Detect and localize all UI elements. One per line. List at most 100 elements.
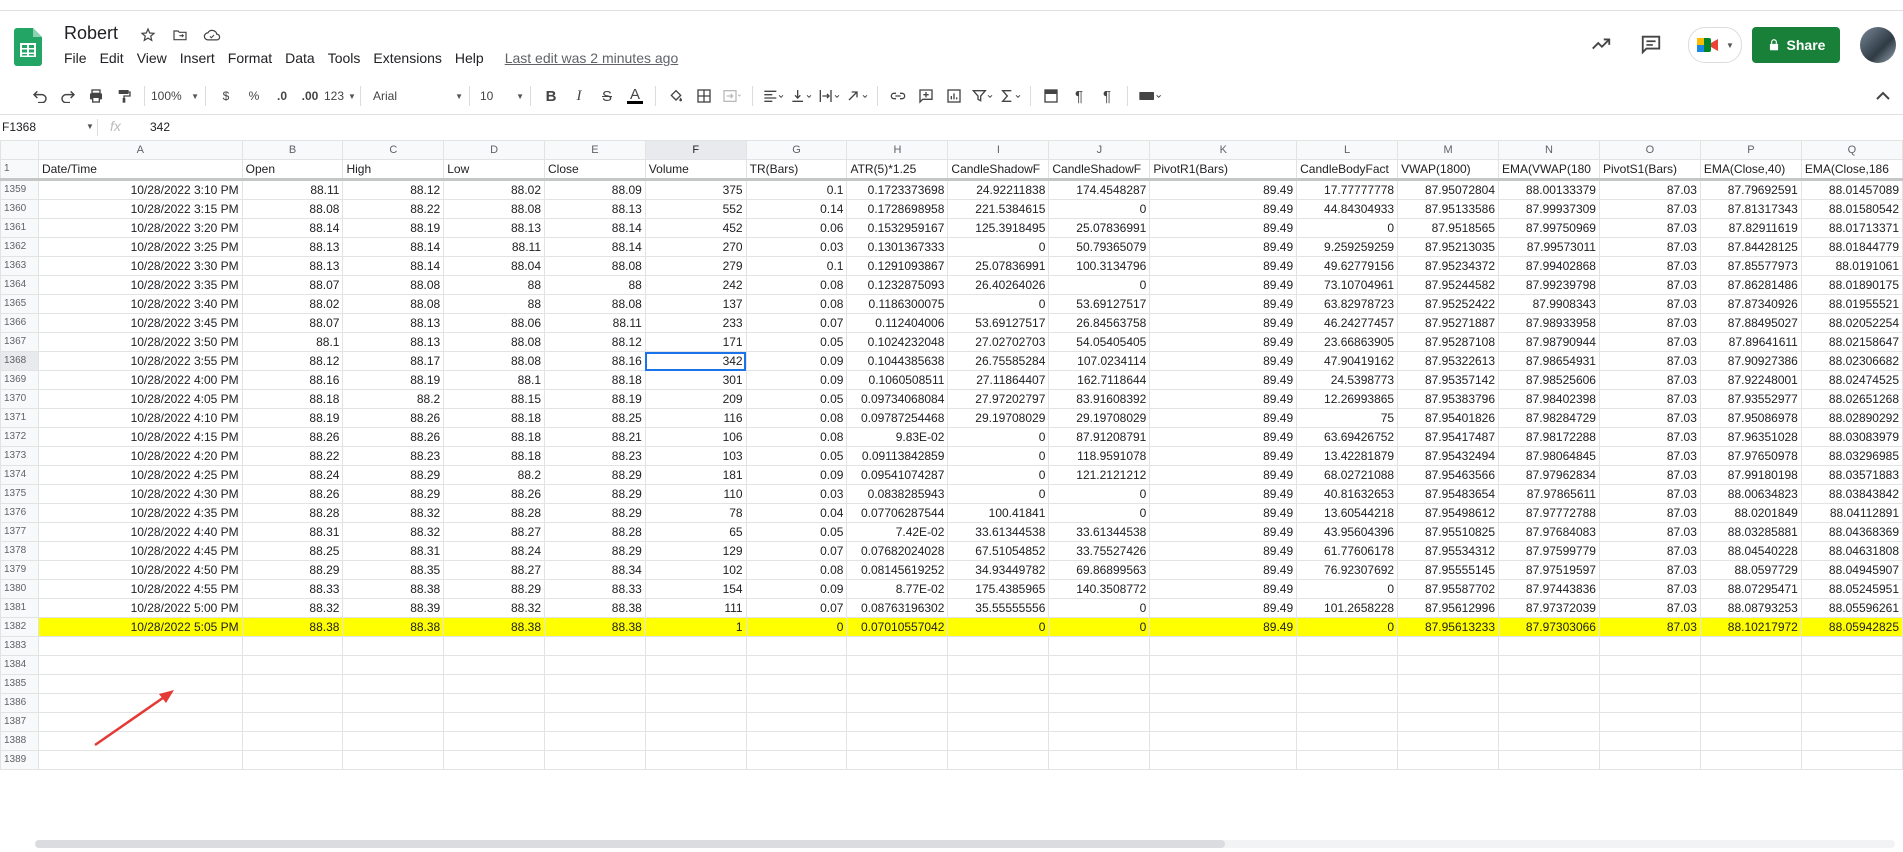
- cell[interactable]: 0.07010557042: [846, 617, 949, 637]
- cell[interactable]: 87.97684083: [1498, 522, 1600, 542]
- cell[interactable]: 40.81632653: [1296, 484, 1399, 504]
- vertical-align-icon[interactable]: [787, 82, 815, 110]
- cell[interactable]: 88.19: [342, 370, 445, 390]
- cell[interactable]: 88.1: [241, 332, 344, 352]
- cell[interactable]: 10/28/2022 3:25 PM: [37, 237, 243, 257]
- cell[interactable]: 88.08: [544, 256, 646, 276]
- column-header-a[interactable]: A: [37, 140, 243, 160]
- cell[interactable]: 0: [947, 617, 1050, 637]
- cell[interactable]: 53.69127517: [1048, 294, 1151, 314]
- cell[interactable]: 87.87340926: [1699, 294, 1802, 314]
- row-number[interactable]: 1: [0, 159, 39, 181]
- cell[interactable]: [745, 731, 848, 751]
- cell[interactable]: 10/28/2022 4:45 PM: [37, 541, 243, 561]
- percent-format-button[interactable]: %: [240, 82, 268, 110]
- cell[interactable]: 88.25: [544, 408, 646, 428]
- cell[interactable]: [443, 750, 546, 770]
- cell[interactable]: 65: [644, 522, 747, 542]
- cell[interactable]: [644, 655, 747, 675]
- cell[interactable]: [544, 693, 646, 713]
- cell[interactable]: [544, 636, 646, 656]
- cell[interactable]: 0: [1048, 484, 1151, 504]
- cell[interactable]: 88.02474525: [1800, 370, 1903, 390]
- cell[interactable]: 87.95510825: [1397, 522, 1500, 542]
- cell[interactable]: [443, 731, 546, 751]
- cell[interactable]: 89.49: [1149, 218, 1298, 238]
- cell[interactable]: 88.00133379: [1498, 179, 1600, 200]
- cell[interactable]: [846, 712, 949, 732]
- cell[interactable]: [1800, 693, 1903, 713]
- cell[interactable]: [1699, 693, 1802, 713]
- cell[interactable]: 88.05245951: [1800, 579, 1903, 599]
- cell[interactable]: 87.03: [1598, 598, 1701, 618]
- cell[interactable]: 270: [644, 237, 747, 257]
- cell[interactable]: 0.07: [745, 598, 848, 618]
- cell[interactable]: 10/28/2022 4:00 PM: [37, 370, 243, 390]
- column-title[interactable]: High: [342, 159, 445, 181]
- cell[interactable]: 88.09: [544, 179, 646, 200]
- cell[interactable]: 140.3508772: [1048, 579, 1151, 599]
- cell[interactable]: [1800, 731, 1903, 751]
- cell[interactable]: [1048, 731, 1151, 751]
- cell[interactable]: 129: [644, 541, 747, 561]
- cell[interactable]: 88.19: [241, 408, 344, 428]
- cell[interactable]: 0: [947, 484, 1050, 504]
- cell[interactable]: 88.13: [342, 332, 445, 352]
- cell[interactable]: [1498, 712, 1600, 732]
- cell[interactable]: 181: [644, 465, 747, 485]
- cell[interactable]: 1: [644, 617, 747, 637]
- star-icon[interactable]: [138, 25, 158, 45]
- font-size-select[interactable]: 10 ▼: [476, 84, 524, 108]
- cell[interactable]: 10/28/2022 3:15 PM: [37, 199, 243, 219]
- cell[interactable]: 88.26: [241, 427, 344, 447]
- cell[interactable]: 0.09541074287: [846, 465, 949, 485]
- column-header-q[interactable]: Q: [1800, 140, 1903, 160]
- cell[interactable]: 87.03: [1598, 294, 1701, 314]
- cell[interactable]: 88.01580542: [1800, 199, 1903, 219]
- column-title[interactable]: TR(Bars): [745, 159, 848, 181]
- cell[interactable]: [1296, 750, 1399, 770]
- cell[interactable]: 0.06: [745, 218, 848, 238]
- cell[interactable]: 89.49: [1149, 275, 1298, 295]
- cell[interactable]: [1048, 636, 1151, 656]
- cell[interactable]: 10/28/2022 3:55 PM: [37, 351, 243, 371]
- cell[interactable]: 12.26993865: [1296, 389, 1399, 409]
- cell[interactable]: 87.95613233: [1397, 617, 1500, 637]
- text-wrapping-icon[interactable]: [815, 82, 843, 110]
- cell[interactable]: 87.95463566: [1397, 465, 1500, 485]
- cell[interactable]: 50.79365079: [1048, 237, 1151, 257]
- cell[interactable]: [745, 655, 848, 675]
- menu-data[interactable]: Data: [285, 50, 315, 66]
- cell[interactable]: [342, 712, 445, 732]
- cell[interactable]: [1800, 674, 1903, 694]
- cell[interactable]: [1699, 636, 1802, 656]
- cell[interactable]: 88.14: [342, 237, 445, 257]
- cell[interactable]: 0: [947, 294, 1050, 314]
- cell[interactable]: 87.03: [1598, 522, 1701, 542]
- cell[interactable]: 125.3918495: [947, 218, 1050, 238]
- cell[interactable]: [1397, 750, 1500, 770]
- cell[interactable]: 88.0597729: [1699, 560, 1802, 580]
- cell[interactable]: 88.08: [443, 351, 546, 371]
- menu-view[interactable]: View: [137, 50, 167, 66]
- cell[interactable]: 87.81317343: [1699, 199, 1802, 219]
- cell[interactable]: [1296, 636, 1399, 656]
- cell[interactable]: [342, 636, 445, 656]
- borders-icon[interactable]: [690, 82, 718, 110]
- cell[interactable]: 87.03: [1598, 256, 1701, 276]
- rtl-icon[interactable]: ¶: [1093, 82, 1121, 110]
- menu-extensions[interactable]: Extensions: [373, 50, 441, 66]
- cell[interactable]: 175.4385965: [947, 579, 1050, 599]
- cell[interactable]: 89.49: [1149, 560, 1298, 580]
- cell[interactable]: 88.38: [241, 617, 344, 637]
- cell[interactable]: 88.08: [544, 294, 646, 314]
- cell[interactable]: 0.09: [745, 579, 848, 599]
- cell[interactable]: 24.5398773: [1296, 370, 1399, 390]
- column-header-o[interactable]: O: [1598, 140, 1701, 160]
- cell[interactable]: 87.98790944: [1498, 332, 1600, 352]
- cell[interactable]: 89.49: [1149, 465, 1298, 485]
- column-title[interactable]: CandleShadowF: [1048, 159, 1151, 181]
- cell[interactable]: 88.32: [342, 522, 445, 542]
- select-all-corner[interactable]: [0, 140, 39, 160]
- column-header-b[interactable]: B: [241, 140, 344, 160]
